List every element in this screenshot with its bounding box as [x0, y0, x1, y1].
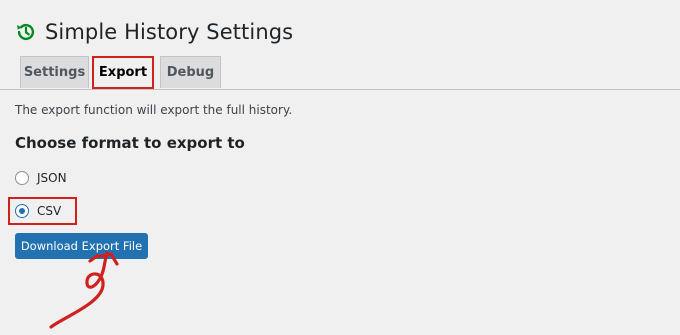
page-header: Simple History Settings	[15, 15, 293, 49]
radio-csv[interactable]: CSV	[15, 204, 61, 218]
export-description: The export function will export the full…	[15, 103, 293, 117]
download-export-button[interactable]: Download Export File	[15, 233, 148, 259]
tab-settings[interactable]: Settings	[20, 56, 89, 88]
radio-json-button[interactable]	[15, 171, 29, 185]
tab-export[interactable]: Export	[92, 56, 154, 89]
settings-tabs: Settings Export Debug	[0, 56, 680, 90]
tab-debug[interactable]: Debug	[160, 56, 221, 88]
radio-csv-button[interactable]	[15, 204, 29, 218]
radio-json-label: JSON	[37, 171, 67, 185]
radio-csv-label: CSV	[37, 204, 62, 218]
page-title: Simple History Settings	[45, 20, 294, 44]
export-format-heading: Choose format to export to	[15, 134, 245, 152]
radio-json[interactable]: JSON	[15, 171, 67, 185]
history-icon	[17, 23, 35, 41]
